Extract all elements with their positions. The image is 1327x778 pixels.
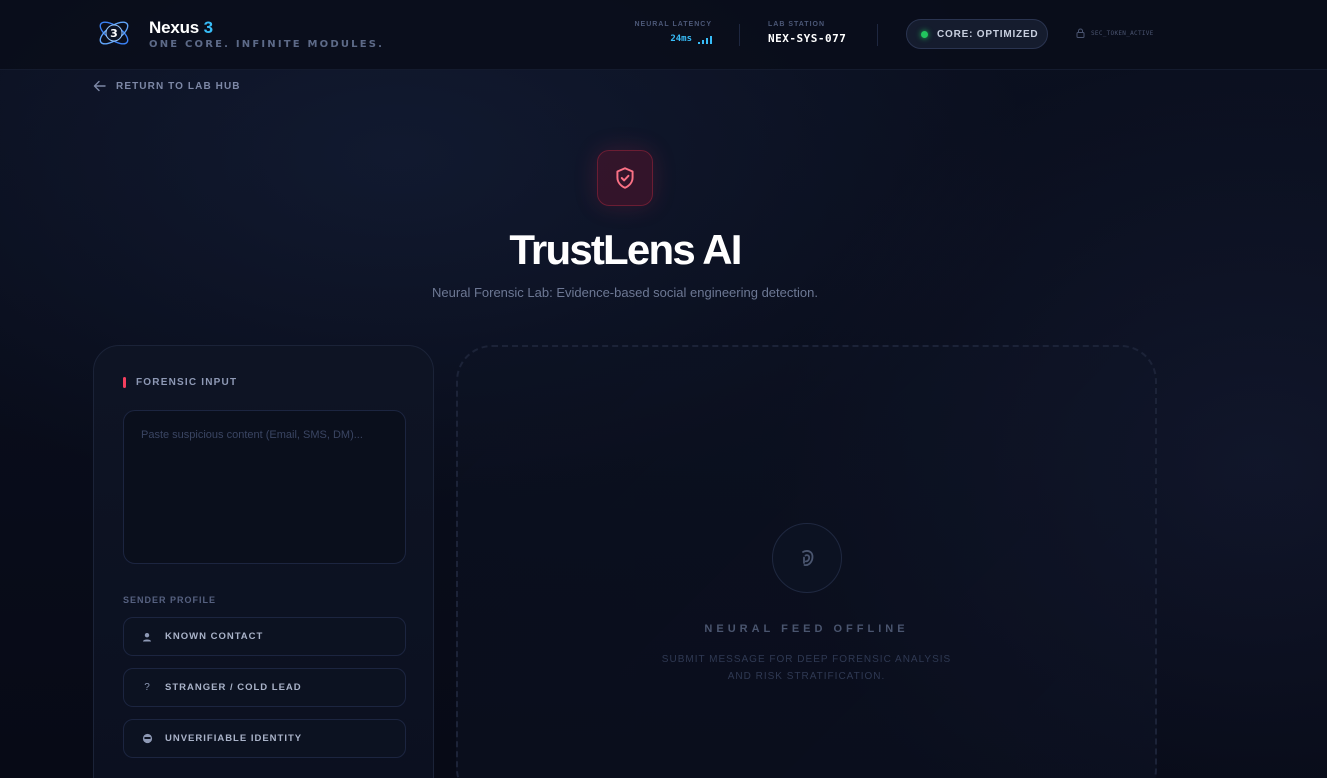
shield-check-icon: [616, 167, 634, 189]
latency-readout: 24ms: [626, 34, 712, 44]
page-subtitle: Neural Forensic Lab: Evidence-based soci…: [432, 285, 818, 300]
arrow-left-icon: [93, 80, 106, 92]
panel-title: FORENSIC INPUT: [136, 377, 238, 388]
feed-status-badge: [772, 523, 842, 593]
return-label: RETURN TO LAB HUB: [116, 80, 241, 92]
brand-version: 3: [203, 18, 213, 37]
shield-badge: [597, 150, 653, 206]
masked-face-icon: [141, 733, 153, 744]
latency-value: 24ms: [670, 34, 692, 44]
option-label: KNOWN CONTACT: [165, 631, 264, 642]
suspicious-content-input[interactable]: [123, 410, 406, 564]
return-to-lab-hub-link[interactable]: RETURN TO LAB HUB: [93, 80, 241, 92]
brand-tagline: ONE CORE. INFINITE MODULES.: [149, 39, 385, 50]
panel-header: FORENSIC INPUT: [123, 377, 237, 388]
atom-logo-icon[interactable]: 3: [96, 15, 132, 51]
neural-feed-panel: NEURAL FEED OFFLINE SUBMIT MESSAGE FOR D…: [456, 345, 1157, 778]
fingerprint-icon: [802, 550, 814, 567]
feed-status-title: NEURAL FEED OFFLINE: [704, 623, 909, 635]
sec-token-indicator: SEC_TOKEN_ACTIVE: [1076, 28, 1154, 38]
person-icon: [141, 632, 153, 642]
page-title: TrustLens AI: [509, 226, 742, 273]
sec-token-text: SEC_TOKEN_ACTIVE: [1091, 29, 1154, 37]
sender-option-known-contact[interactable]: KNOWN CONTACT: [123, 617, 406, 656]
sender-profile-label: SENDER PROFILE: [123, 595, 217, 605]
option-label: STRANGER / COLD LEAD: [165, 682, 302, 693]
feed-status-line: SUBMIT MESSAGE FOR DEEP FORENSIC ANALYSI…: [661, 654, 952, 665]
core-status-badge[interactable]: CORE: OPTIMIZED: [906, 19, 1048, 49]
sender-option-unverifiable[interactable]: UNVERIFIABLE IDENTITY: [123, 719, 406, 758]
question-icon: ?: [144, 682, 150, 693]
station-stat: LAB STATION NEX-SYS-077: [768, 21, 846, 45]
core-status-text: CORE: OPTIMIZED: [937, 28, 1039, 40]
svg-text:3: 3: [110, 27, 118, 40]
option-label: UNVERIFIABLE IDENTITY: [165, 733, 303, 744]
signal-bars-icon: [698, 36, 712, 44]
accent-bar: [123, 377, 126, 388]
forensic-input-panel: FORENSIC INPUT SENDER PROFILE KNOWN CONT…: [93, 345, 434, 778]
feed-status-description: SUBMIT MESSAGE FOR DEEP FORENSIC ANALYSI…: [458, 651, 1155, 685]
brand-name: Nexus 3: [149, 18, 384, 38]
lock-icon: [1076, 28, 1085, 38]
sender-option-stranger[interactable]: ? STRANGER / COLD LEAD: [123, 668, 406, 707]
header-divider: [739, 24, 740, 46]
feed-status-line: AND RISK STRATIFICATION.: [727, 671, 886, 682]
status-dot-icon: [921, 30, 928, 38]
header-divider: [877, 24, 878, 46]
station-label: LAB STATION: [768, 21, 826, 28]
station-value: NEX-SYS-077: [768, 32, 847, 45]
app-header: 3 Nexus 3 ONE CORE. INFINITE MODULES. NE…: [0, 0, 1327, 70]
brand-name-text: Nexus: [149, 18, 200, 37]
latency-label: NEURAL LATENCY: [634, 21, 712, 28]
brand: Nexus 3 ONE CORE. INFINITE MODULES.: [149, 18, 384, 50]
latency-stat: NEURAL LATENCY 24ms: [626, 21, 712, 44]
